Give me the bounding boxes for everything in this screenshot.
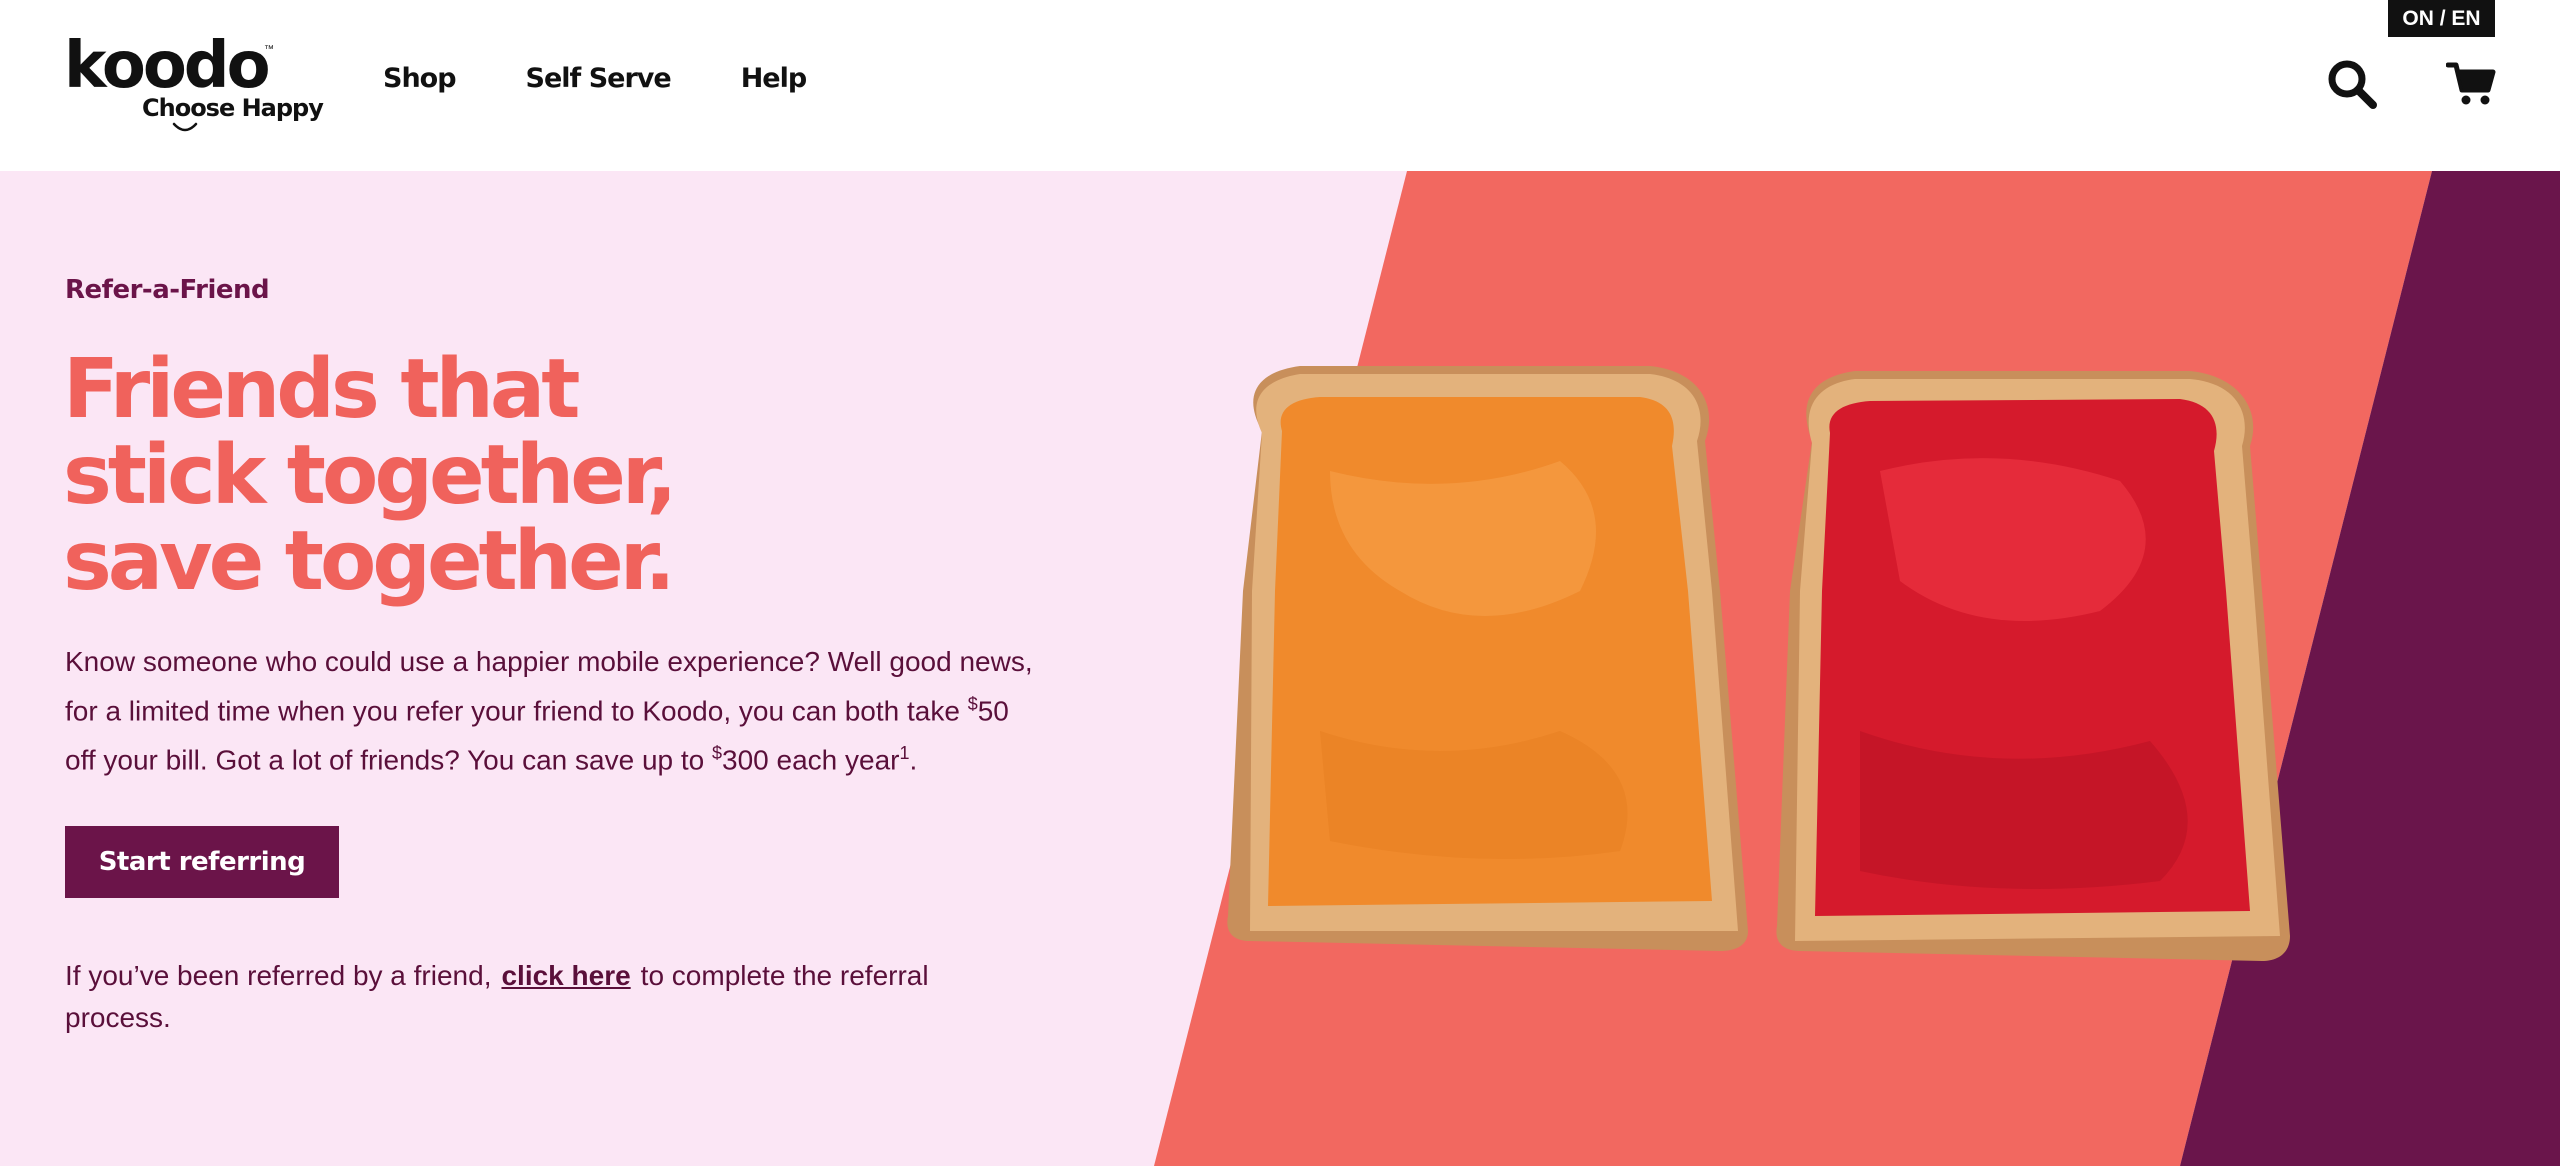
description-text-4: . — [909, 744, 918, 776]
hero-headline: Friends that stick together, save togeth… — [63, 347, 783, 605]
currency-symbol: $ — [712, 743, 723, 764]
cart-icon[interactable] — [2446, 60, 2496, 108]
bill-credit-amount: 50 — [977, 695, 1009, 727]
currency-symbol: $ — [967, 694, 978, 714]
referred-note: If you’ve been referred by a friend, clic… — [65, 955, 1005, 1039]
province-language-toggle[interactable]: ON / EN — [2388, 0, 2495, 37]
peanut-butter-toast-image — [1227, 366, 1748, 951]
logo-wordmark: koodo — [64, 29, 271, 103]
start-referring-button[interactable]: Start referring — [65, 826, 339, 898]
description-text-3: each year — [768, 744, 900, 776]
eyebrow-label: Refer-a-Friend — [65, 275, 270, 305]
nav-self-serve[interactable]: Self Serve — [526, 62, 672, 96]
jam-toast-image — [1776, 371, 2290, 961]
nav-shop[interactable]: Shop — [383, 62, 457, 96]
headline-line-1: Friends that — [63, 342, 580, 437]
search-icon[interactable] — [2326, 58, 2378, 110]
hero-description: Know someone who could use a happier mob… — [65, 641, 1045, 782]
site-header: koodo ™ Choose Happy Shop Self Serve Hel… — [0, 0, 2560, 171]
nav-help[interactable]: Help — [741, 62, 807, 96]
description-text-1: Know someone who could use a happier mob… — [65, 646, 1033, 727]
main-nav: Shop Self Serve Help — [383, 62, 876, 96]
click-here-link[interactable]: click here — [501, 960, 630, 991]
smile-icon — [172, 122, 198, 132]
logo-tagline: Choose Happy — [142, 94, 324, 122]
referred-text-before: If you’ve been referred by a friend, — [65, 960, 492, 991]
max-savings-amount: 300 — [722, 744, 769, 776]
koodo-logo[interactable]: koodo ™ Choose Happy — [64, 34, 324, 134]
footnote-link[interactable]: 1 — [900, 743, 910, 763]
description-text-2: off your bill. Got a lot of friends? You… — [65, 744, 713, 776]
refer-a-friend-hero: Refer-a-Friend Friends that stick togeth… — [0, 171, 2560, 1166]
headline-line-3: save together. — [63, 514, 676, 609]
logo-trademark: ™ — [264, 44, 274, 55]
headline-line-2: stick together, — [63, 428, 677, 523]
